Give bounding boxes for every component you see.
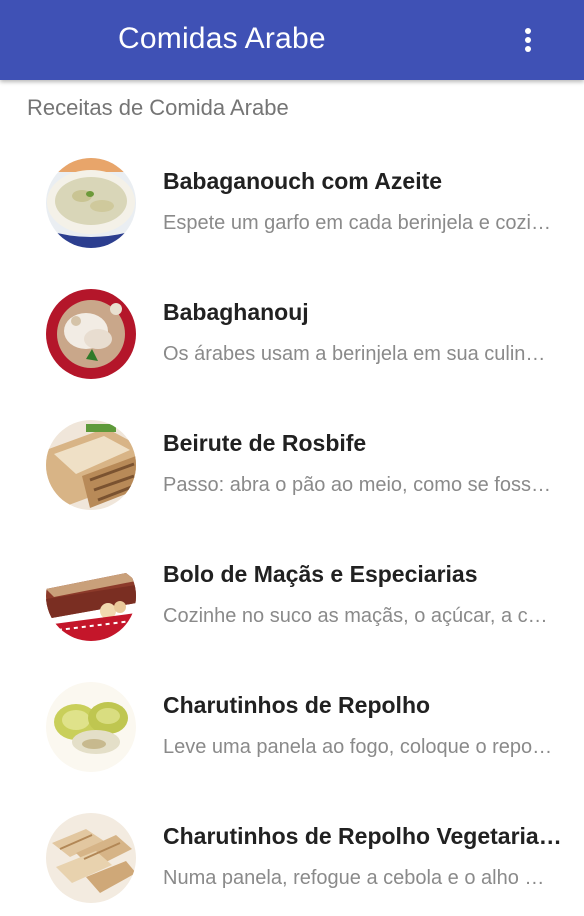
recipe-list-item[interactable]: Charutinhos de Repolho Leve uma panela a…: [0, 654, 584, 785]
recipe-title: Babaganouch com Azeite: [163, 168, 443, 194]
recipe-list-item[interactable]: Charutinhos de Repolho Vegetariano Numa …: [0, 785, 584, 916]
recipe-subtitle: Espete um garfo em cada berinjela e cozi…: [163, 212, 553, 234]
app-title: Comidas Arabe: [118, 22, 326, 55]
section-header: Receitas de Comida Arabe: [27, 95, 289, 120]
recipe-subtitle: Os árabes usam a berinjela em sua culiná…: [163, 343, 553, 365]
recipe-title: Charutinhos de Repolho: [163, 692, 431, 718]
babaganouch-thumbnail: [46, 158, 136, 248]
overflow-menu-button[interactable]: [508, 22, 548, 58]
recipe-subtitle: Numa panela, refogue a cebola e o alho n…: [163, 867, 553, 889]
app-bar: Comidas Arabe: [0, 0, 584, 80]
recipe-list-item[interactable]: Beirute de Rosbife Passo: abra o pão ao …: [0, 392, 584, 523]
beirute-thumbnail: [46, 420, 136, 510]
recipe-list-item[interactable]: Babaghanouj Os árabes usam a berinjela e…: [0, 261, 584, 392]
recipe-title: Bolo de Maçãs e Especiarias: [163, 561, 478, 587]
bolo-macas-thumbnail: [46, 551, 136, 641]
recipe-title: Babaghanouj: [163, 299, 309, 325]
recipe-list-item[interactable]: Babaganouch com Azeite Espete um garfo e…: [0, 130, 584, 261]
more-vert-icon: [525, 28, 531, 52]
charutinhos-vegetariano-thumbnail: [46, 813, 136, 903]
babaghanouj-thumbnail: [46, 289, 136, 379]
recipe-subtitle: Cozinhe no suco as maçãs, o açúcar, a ca…: [163, 605, 553, 627]
recipe-subtitle: Leve uma panela ao fogo, coloque o repol…: [163, 736, 553, 758]
recipe-subtitle: Passo: abra o pão ao meio, como se fosse…: [163, 474, 553, 496]
recipe-list-item[interactable]: Bolo de Maçãs e Especiarias Cozinhe no s…: [0, 523, 584, 654]
charutinhos-thumbnail: [46, 682, 136, 772]
recipe-list: Babaganouch com Azeite Espete um garfo e…: [0, 130, 584, 916]
recipe-title: Beirute de Rosbife: [163, 430, 367, 456]
recipe-title: Charutinhos de Repolho Vegetariano: [163, 823, 563, 849]
